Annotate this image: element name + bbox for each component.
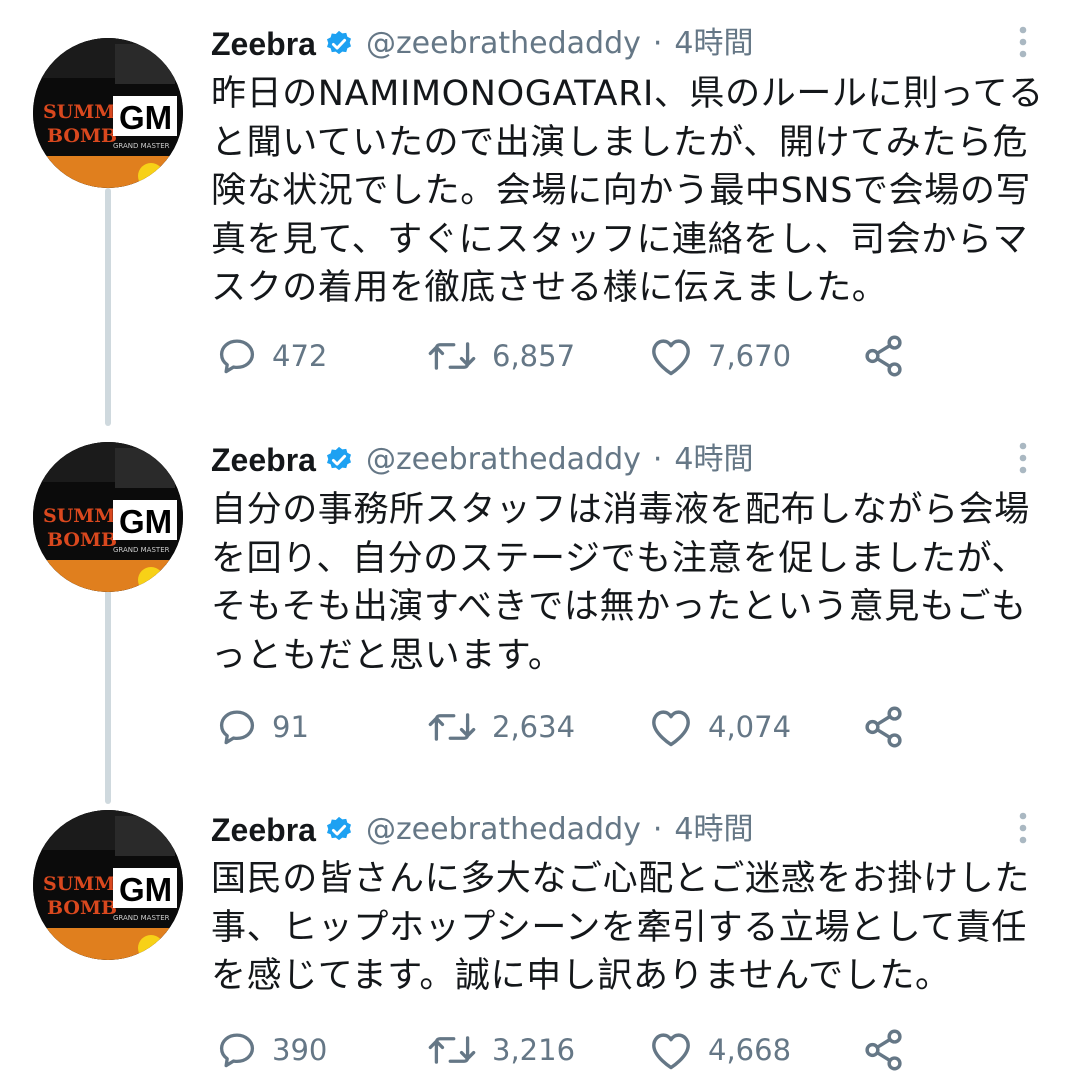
share-button[interactable] [861,330,907,382]
tweet-text: 昨日のNAMIMONOGATARI、県のルールに則ってると聞いていたので出演しま… [211,74,1044,308]
avatar-image: SUMMER BOMB GM GRAND MASTER [33,442,183,592]
like-button[interactable]: 4,668 [648,1024,791,1076]
retweet-count: 6,857 [492,339,576,373]
reply-button[interactable]: 390 [216,1024,327,1076]
tweet-actions: 91 2,634 4,074 [211,701,931,753]
svg-text:GM: GM [119,99,172,136]
reply-count: 390 [272,1033,328,1067]
retweet-icon [428,1036,476,1064]
svg-text:GRAND MASTER: GRAND MASTER [113,546,170,554]
tweet-text: 自分の事務所スタッフは消毒液を配布しながら会場を回り、自分のステージでも注意を促… [211,490,1030,676]
share-icon [865,706,902,748]
svg-text:GRAND MASTER: GRAND MASTER [113,142,170,150]
avatar[interactable]: SUMMER BOMB GM GRAND MASTER [33,38,183,188]
verified-badge-icon [326,30,351,55]
like-button[interactable]: 4,074 [648,701,791,753]
like-count: 4,074 [708,710,792,744]
retweet-icon [428,713,476,741]
retweet-button[interactable]: 2,634 [426,701,575,753]
vertical-dots-icon[interactable] [1011,438,1035,478]
vertical-dots-icon[interactable] [1011,808,1035,848]
vertical-dots-icon[interactable] [1011,22,1035,62]
user-handle[interactable]: @zeebrathedaddy [366,440,641,480]
svg-text:BOMB: BOMB [47,529,117,551]
user-handle[interactable]: @zeebrathedaddy [366,810,641,850]
tweet[interactable]: SUMMER BOMB GM GRAND MASTER Zeebra @zeeb… [0,798,1080,1088]
display-name[interactable]: Zeebra [211,440,316,480]
timestamp[interactable]: 4時間 [674,810,753,850]
separator-dot: · [652,26,663,61]
svg-text:BOMB: BOMB [47,897,117,919]
verified-badge-icon [326,446,351,471]
separator-dot: · [652,442,663,477]
retweet-count: 2,634 [492,710,576,744]
share-button[interactable] [861,1024,907,1076]
avatar-image: SUMMER BOMB GM GRAND MASTER [33,38,183,188]
speech-bubble-icon [219,1033,255,1068]
tweet-actions: 390 3,216 4,668 [211,1024,931,1076]
tweet-header: Zeebra @zeebrathedaddy · 4時間 [211,810,754,850]
reply-count: 91 [272,710,309,744]
reply-button[interactable]: 472 [216,330,327,382]
avatar[interactable]: SUMMER BOMB GM GRAND MASTER [33,810,183,960]
separator-dot: · [652,812,663,847]
svg-text:BOMB: BOMB [47,125,117,147]
tweet[interactable]: SUMMER BOMB GM GRAND MASTER Zeebra @zeeb… [0,420,1080,798]
display-name[interactable]: Zeebra [211,810,316,850]
reply-count: 472 [272,339,328,373]
share-button[interactable] [861,701,907,753]
avatar-image: SUMMER BOMB GM GRAND MASTER [33,810,183,960]
tweet-header: Zeebra @zeebrathedaddy · 4時間 [211,24,754,64]
heart-icon [652,1033,690,1070]
tweet-header: Zeebra @zeebrathedaddy · 4時間 [211,440,754,480]
timestamp[interactable]: 4時間 [674,440,753,480]
heart-icon [652,710,690,747]
verified-badge-icon [326,816,351,841]
share-icon [865,335,902,377]
reply-button[interactable]: 91 [216,701,309,753]
display-name[interactable]: Zeebra [211,24,316,64]
speech-bubble-icon [219,339,255,374]
like-count: 7,670 [708,339,792,373]
timestamp[interactable]: 4時間 [674,24,753,64]
like-count: 4,668 [708,1033,792,1067]
retweet-count: 3,216 [492,1033,576,1067]
like-button[interactable]: 7,670 [648,330,791,382]
share-icon [865,1029,902,1071]
avatar[interactable]: SUMMER BOMB GM GRAND MASTER [33,442,183,592]
speech-bubble-icon [219,710,255,745]
retweet-button[interactable]: 3,216 [426,1024,575,1076]
svg-text:GM: GM [119,503,172,540]
tweet[interactable]: SUMMER BOMB GM GRAND MASTER Zeebra @zeeb… [0,0,1080,420]
tweet-actions: 472 6,857 7,670 [211,330,931,382]
svg-text:GRAND MASTER: GRAND MASTER [113,914,170,922]
retweet-icon [428,342,476,370]
tweet-text: 国民の皆さんに多大なご心配とご迷惑をお掛けした事、ヒップホップシーンを牽引する立… [211,859,1030,996]
user-handle[interactable]: @zeebrathedaddy [366,24,641,64]
heart-icon [652,339,690,376]
svg-text:GM: GM [119,871,172,908]
retweet-button[interactable]: 6,857 [426,330,575,382]
